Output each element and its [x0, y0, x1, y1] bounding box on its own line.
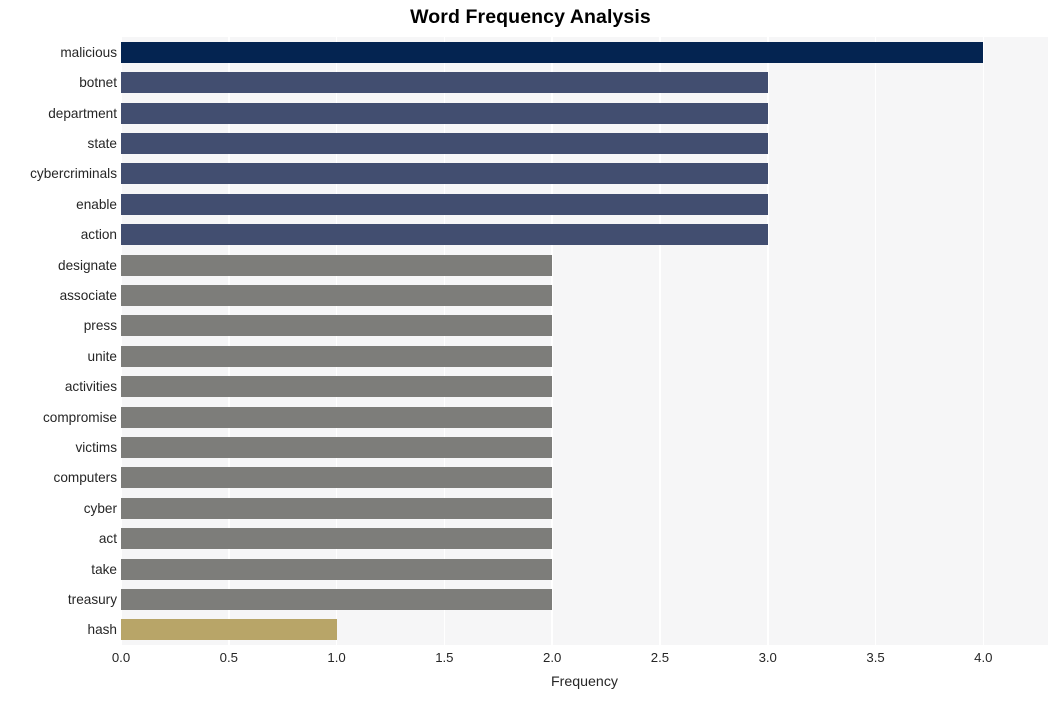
y-axis-label-department: department — [48, 105, 117, 121]
y-axis-label-activities: activities — [64, 379, 117, 395]
x-tick-4.0: 4.0 — [974, 650, 993, 665]
y-axis-label-action: action — [80, 227, 117, 243]
y-axis-label-act: act — [98, 531, 117, 547]
bar-activities[interactable] — [121, 376, 553, 398]
bar-take[interactable] — [121, 558, 553, 580]
bar-malicious[interactable] — [121, 41, 984, 63]
y-axis-label-designate: designate — [58, 257, 117, 273]
y-axis-label-cybercriminals: cybercriminals — [30, 166, 117, 182]
y-axis-label-take: take — [91, 561, 117, 577]
x-tick-0.0: 0.0 — [111, 650, 131, 665]
bar-victims[interactable] — [121, 436, 553, 458]
bar-designate[interactable] — [121, 254, 553, 276]
bar-treasury[interactable] — [121, 588, 553, 610]
bars-layer — [121, 37, 1048, 645]
bar-department[interactable] — [121, 102, 768, 124]
x-axis-tick-labels: 0.0 0.5 1.0 1.5 2.0 2.5 3.0 3.5 4.0 — [0, 650, 1061, 670]
x-axis-label: Frequency — [550, 674, 619, 690]
y-axis-label-cyber: cyber — [83, 500, 117, 516]
y-axis-label-compromise: compromise — [42, 409, 117, 425]
bar-computers[interactable] — [121, 467, 553, 489]
x-tick-2.0: 2.0 — [542, 650, 562, 665]
y-axis-label-botnet: botnet — [79, 75, 117, 91]
y-axis-label-unite: unite — [87, 348, 117, 364]
x-tick-2.5: 2.5 — [650, 650, 670, 665]
y-axis-labels: malicious botnet department state cybercrimi… — [0, 37, 117, 645]
bar-cybercriminals[interactable] — [121, 163, 768, 185]
y-axis-label-hash: hash — [87, 622, 117, 638]
bar-unite[interactable] — [121, 345, 553, 367]
bar-press[interactable] — [121, 315, 553, 337]
y-axis-label-malicious: malicious — [60, 44, 117, 60]
x-tick-0.5: 0.5 — [219, 650, 238, 665]
y-axis-label-victims: victims — [75, 439, 117, 455]
bar-botnet[interactable] — [121, 72, 768, 94]
bar-state[interactable] — [121, 132, 768, 154]
bar-associate[interactable] — [121, 284, 553, 306]
plot-area — [120, 37, 1048, 645]
bar-compromise[interactable] — [121, 406, 553, 428]
y-axis-label-associate: associate — [59, 287, 117, 303]
word-frequency-chart: Word Frequency Analysis malicious botnet d… — [0, 0, 1061, 701]
bar-hash[interactable] — [121, 619, 337, 641]
x-tick-3.5: 3.5 — [866, 650, 885, 665]
y-axis-label-state: state — [87, 135, 117, 151]
y-axis-label-treasury: treasury — [67, 591, 117, 607]
chart-title: Word Frequency Analysis — [410, 6, 651, 28]
bar-enable[interactable] — [121, 193, 768, 215]
y-axis-label-computers: computers — [53, 470, 117, 486]
bar-act[interactable] — [121, 528, 553, 550]
x-tick-1.5: 1.5 — [435, 650, 454, 665]
bar-action[interactable] — [121, 224, 768, 246]
x-tick-1.0: 1.0 — [327, 650, 346, 665]
y-axis-label-enable: enable — [76, 196, 117, 212]
x-tick-3.0: 3.0 — [758, 650, 777, 665]
y-axis-label-press: press — [83, 318, 117, 334]
bar-cyber[interactable] — [121, 497, 553, 519]
